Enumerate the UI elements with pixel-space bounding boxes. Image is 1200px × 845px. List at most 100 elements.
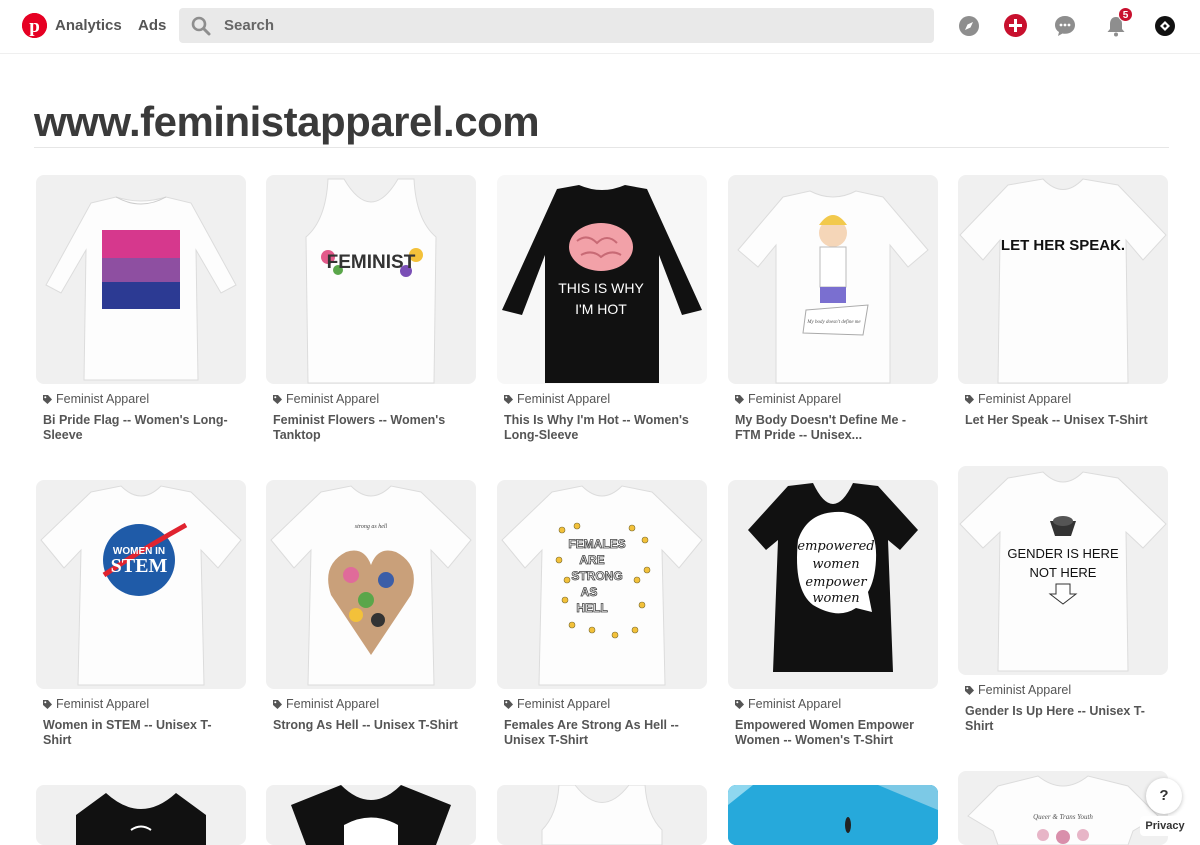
search-input[interactable] bbox=[224, 8, 914, 43]
search-bar[interactable] bbox=[179, 8, 934, 43]
pin-source[interactable]: Feminist Apparel bbox=[266, 392, 476, 406]
pin-image[interactable]: strong as hell bbox=[266, 480, 476, 689]
privacy-link[interactable]: Privacy bbox=[1140, 816, 1190, 836]
nav-ads-link[interactable]: Ads bbox=[138, 17, 166, 34]
tag-icon bbox=[504, 699, 513, 709]
pin-source[interactable]: Feminist Apparel bbox=[728, 697, 938, 711]
pin-image-text: STRONG bbox=[571, 569, 622, 583]
pin-card[interactable]: FEMALES ARE STRONG AS HELL Feminist Appa… bbox=[497, 480, 707, 747]
tag-icon bbox=[273, 394, 282, 404]
pin-card[interactable]: THIS IS WHY I'M HOT Feminist Apparel Thi… bbox=[497, 175, 707, 442]
pin-source[interactable]: Feminist Apparel bbox=[728, 392, 938, 406]
pin-card[interactable]: LET HER SPEAK. Feminist Apparel Let Her … bbox=[958, 175, 1168, 428]
pin-card[interactable] bbox=[497, 785, 707, 845]
tag-icon bbox=[504, 394, 513, 404]
pin-image[interactable]: empowered women empower women bbox=[728, 480, 938, 689]
pin-title[interactable]: Gender Is Up Here -- Unisex T-Shirt bbox=[958, 704, 1168, 733]
pin-image-text: NOT HERE bbox=[1030, 565, 1097, 580]
pin-image-text: I'M HOT bbox=[575, 301, 627, 317]
tag-icon bbox=[965, 394, 974, 404]
pin-source-label: Feminist Apparel bbox=[978, 392, 1072, 406]
pin-source[interactable]: Feminist Apparel bbox=[36, 392, 246, 406]
pinterest-logo-icon[interactable]: p bbox=[22, 13, 47, 38]
pin-card[interactable] bbox=[266, 785, 476, 845]
pin-source-label: Feminist Apparel bbox=[286, 392, 380, 406]
pin-image[interactable] bbox=[36, 785, 246, 845]
pin-image[interactable] bbox=[36, 175, 246, 384]
pin-title[interactable]: Feminist Flowers -- Women's Tanktop bbox=[266, 413, 476, 442]
pin-title[interactable]: My Body Doesn't Define Me - FTM Pride --… bbox=[728, 413, 938, 442]
pin-image[interactable]: FEMINIST bbox=[266, 175, 476, 384]
pin-title[interactable]: Females Are Strong As Hell -- Unisex T-S… bbox=[497, 718, 707, 747]
pin-image-text: FEMINIST bbox=[327, 252, 416, 273]
messages-chat-icon[interactable] bbox=[1054, 15, 1076, 37]
pin-title[interactable]: Empowered Women Empower Women -- Women's… bbox=[728, 718, 938, 747]
pin-source-label: Feminist Apparel bbox=[286, 697, 380, 711]
help-button[interactable]: ? bbox=[1146, 778, 1182, 814]
page-title: www.feministapparel.com bbox=[34, 98, 540, 145]
pin-title[interactable]: Let Her Speak -- Unisex T-Shirt bbox=[958, 413, 1168, 428]
pin-title[interactable]: Bi Pride Flag -- Women's Long-Sleeve bbox=[36, 413, 246, 442]
pin-title[interactable]: Strong As Hell -- Unisex T-Shirt bbox=[266, 718, 476, 733]
pin-card[interactable]: GENDER IS HERE NOT HERE Feminist Apparel… bbox=[958, 466, 1168, 733]
tag-icon bbox=[965, 685, 974, 695]
pin-source[interactable]: Feminist Apparel bbox=[36, 697, 246, 711]
pin-card[interactable] bbox=[728, 785, 938, 845]
pin-image[interactable]: WOMEN IN STEM bbox=[36, 480, 246, 689]
pin-image[interactable]: Queer & Trans Youth bbox=[958, 771, 1168, 845]
pin-image[interactable]: GENDER IS HERE NOT HERE bbox=[958, 466, 1168, 675]
tag-icon bbox=[43, 699, 52, 709]
create-plus-icon[interactable] bbox=[1004, 14, 1027, 37]
pin-image-text: FEMALES bbox=[568, 537, 625, 551]
pin-image-text: AS bbox=[581, 585, 598, 599]
pin-image-text: LET HER SPEAK. bbox=[1001, 237, 1125, 254]
pin-source-label: Feminist Apparel bbox=[517, 392, 611, 406]
pin-card[interactable] bbox=[36, 785, 246, 845]
pin-card[interactable]: strong as hell Feminist Apparel Strong A… bbox=[266, 480, 476, 733]
pin-image-text: ARE bbox=[579, 553, 604, 567]
tag-icon bbox=[735, 699, 744, 709]
pin-card[interactable]: WOMEN IN STEM Feminist Apparel Women in … bbox=[36, 480, 246, 747]
svg-text:p: p bbox=[29, 16, 40, 37]
pin-image-text: strong as hell bbox=[355, 524, 388, 530]
pin-card[interactable]: Queer & Trans Youth bbox=[958, 771, 1168, 845]
profile-avatar-icon[interactable] bbox=[1155, 16, 1175, 36]
pin-image-text: STEM bbox=[111, 555, 168, 577]
pin-source-label: Feminist Apparel bbox=[56, 392, 150, 406]
pin-card[interactable]: FEMINIST Feminist Apparel Feminist Flowe… bbox=[266, 175, 476, 442]
search-icon bbox=[191, 16, 211, 36]
pin-image-text: Queer & Trans Youth bbox=[1033, 813, 1093, 821]
pin-source[interactable]: Feminist Apparel bbox=[497, 697, 707, 711]
pin-card[interactable]: Feminist Apparel Bi Pride Flag -- Women'… bbox=[36, 175, 246, 442]
pin-image[interactable]: THIS IS WHY I'M HOT bbox=[497, 175, 707, 384]
pin-image-text: women bbox=[812, 557, 859, 572]
top-nav-bar: p Analytics Ads 5 bbox=[0, 0, 1200, 54]
pin-image-text: women bbox=[812, 591, 859, 606]
pin-image[interactable] bbox=[266, 785, 476, 845]
pin-source[interactable]: Feminist Apparel bbox=[497, 392, 707, 406]
pin-source-label: Feminist Apparel bbox=[748, 697, 842, 711]
pin-card[interactable]: My body doesn't define me Feminist Appar… bbox=[728, 175, 938, 442]
pin-image[interactable] bbox=[728, 785, 938, 845]
pin-source-label: Feminist Apparel bbox=[748, 392, 842, 406]
pin-source[interactable]: Feminist Apparel bbox=[958, 683, 1168, 697]
pin-source-label: Feminist Apparel bbox=[517, 697, 611, 711]
pin-card[interactable]: empowered women empower women Feminist A… bbox=[728, 480, 938, 747]
pin-image[interactable]: FEMALES ARE STRONG AS HELL bbox=[497, 480, 707, 689]
pin-source-label: Feminist Apparel bbox=[56, 697, 150, 711]
tag-icon bbox=[735, 394, 744, 404]
pin-image[interactable]: My body doesn't define me bbox=[728, 175, 938, 384]
pin-title[interactable]: This Is Why I'm Hot -- Women's Long-Slee… bbox=[497, 413, 707, 442]
pin-image[interactable]: LET HER SPEAK. bbox=[958, 175, 1168, 384]
explore-compass-icon[interactable] bbox=[958, 15, 980, 37]
pin-image-text: My body doesn't define me bbox=[806, 320, 861, 325]
pin-source-label: Feminist Apparel bbox=[978, 683, 1072, 697]
pin-image-text: empower bbox=[805, 575, 867, 590]
pin-image[interactable] bbox=[497, 785, 707, 845]
pin-source[interactable]: Feminist Apparel bbox=[266, 697, 476, 711]
pin-image-text: empowered bbox=[797, 539, 874, 554]
pin-source[interactable]: Feminist Apparel bbox=[958, 392, 1168, 406]
pin-title[interactable]: Women in STEM -- Unisex T-Shirt bbox=[36, 718, 246, 747]
pin-image-text: THIS IS WHY bbox=[558, 280, 644, 296]
nav-analytics-link[interactable]: Analytics bbox=[55, 17, 122, 34]
